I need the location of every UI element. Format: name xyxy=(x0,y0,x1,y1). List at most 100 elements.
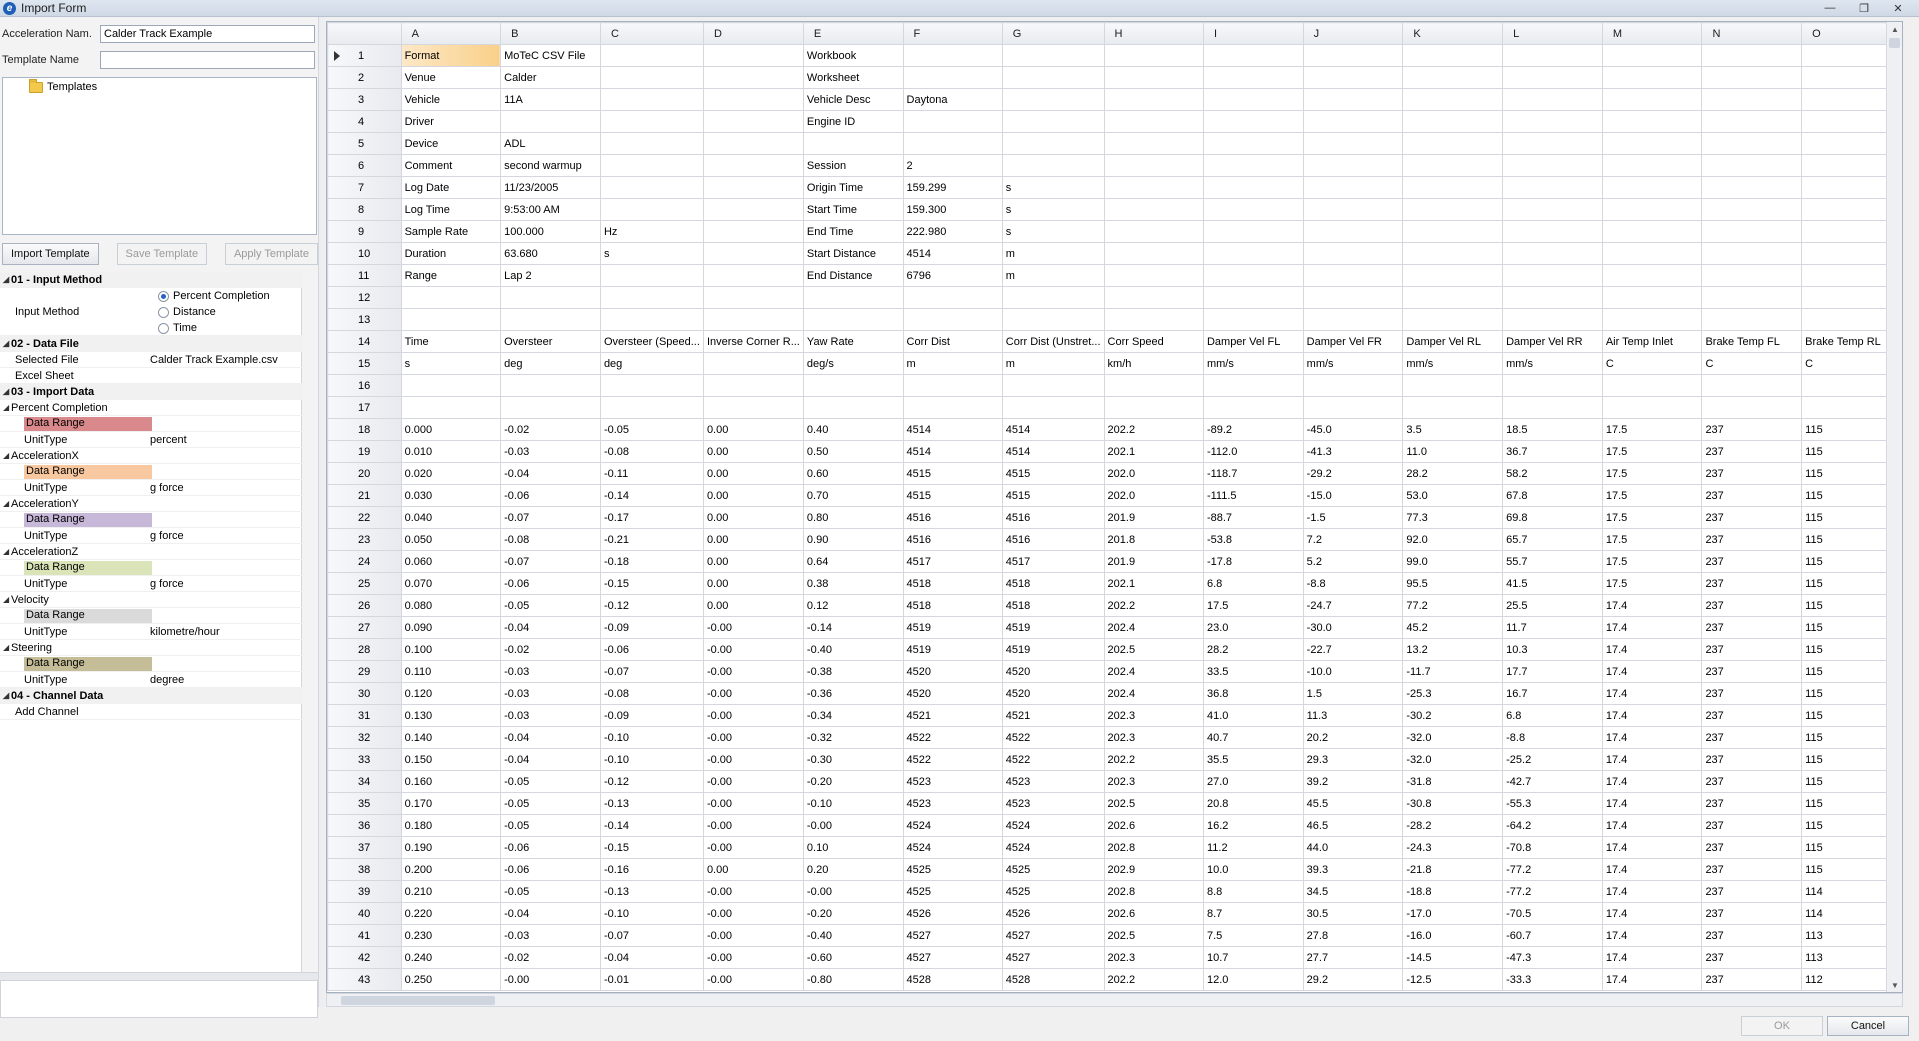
grid-cell[interactable]: 237 xyxy=(1701,462,1803,485)
row-header[interactable]: 1 xyxy=(327,44,402,67)
grid-cell[interactable] xyxy=(1103,242,1204,265)
collapse-triangle-icon[interactable]: ◢ xyxy=(3,499,11,508)
grid-cell[interactable]: 4515 xyxy=(1001,484,1105,507)
grid-cell[interactable]: 100.000 xyxy=(500,220,601,243)
grid-cell[interactable]: -0.00 xyxy=(702,682,804,705)
grid-cell[interactable] xyxy=(902,66,1003,89)
horizontal-splitter[interactable] xyxy=(0,972,318,980)
grid-cell[interactable] xyxy=(1601,198,1703,221)
grid-cell[interactable]: 4514 xyxy=(1001,418,1105,441)
row-header[interactable]: 23 xyxy=(327,528,402,551)
grid-cell[interactable] xyxy=(1502,198,1603,221)
grid-cell[interactable]: 4527 xyxy=(902,924,1003,947)
grid-cell[interactable]: 237 xyxy=(1701,550,1803,573)
data-range-row[interactable]: Data Range xyxy=(0,560,302,576)
grid-cell[interactable]: Lap 2 xyxy=(500,264,601,287)
grid-cell[interactable]: -0.12 xyxy=(599,770,704,793)
scroll-up-icon[interactable]: ▲ xyxy=(1887,22,1902,36)
collapse-triangle-icon[interactable]: ◢ xyxy=(3,275,11,284)
grid-cell[interactable] xyxy=(1001,308,1105,331)
grid-cell[interactable]: Vehicle Desc xyxy=(802,88,904,111)
unit-type-value[interactable]: g force xyxy=(150,578,302,590)
grid-cell[interactable] xyxy=(702,242,804,265)
grid-cell[interactable]: -0.11 xyxy=(599,462,704,485)
grid-cell[interactable] xyxy=(1103,132,1204,155)
grid-cell[interactable] xyxy=(1302,88,1404,111)
grid-cell[interactable] xyxy=(1103,198,1204,221)
grid-cell[interactable]: -0.05 xyxy=(500,770,601,793)
selected-file-value[interactable]: Calder Track Example.csv xyxy=(150,354,302,366)
grid-cell[interactable]: Start Time xyxy=(802,198,904,221)
grid-cell[interactable] xyxy=(1601,264,1703,287)
grid-cell[interactable]: 202.3 xyxy=(1103,704,1204,727)
grid-cell[interactable] xyxy=(702,220,804,243)
grid-cell[interactable]: Comment xyxy=(400,154,502,177)
grid-cell[interactable]: C xyxy=(1701,352,1803,375)
grid-cell[interactable] xyxy=(1402,44,1504,67)
grid-cell[interactable]: Air Temp Inlet xyxy=(1601,330,1703,353)
grid-cell[interactable] xyxy=(1601,308,1703,331)
grid-cell[interactable] xyxy=(1601,176,1703,199)
grid-cell[interactable]: 237 xyxy=(1701,418,1803,441)
column-header[interactable]: L xyxy=(1502,22,1603,45)
grid-cell[interactable]: -0.01 xyxy=(599,968,704,991)
grid-cell[interactable] xyxy=(902,374,1003,397)
grid-cell[interactable]: Start Distance xyxy=(802,242,904,265)
grid-cell[interactable]: 0.00 xyxy=(702,418,804,441)
grid-cell[interactable]: 4520 xyxy=(902,682,1003,705)
grid-cell[interactable] xyxy=(1103,374,1204,397)
grid-cell[interactable]: 4518 xyxy=(902,594,1003,617)
grid-cell[interactable]: -0.07 xyxy=(500,506,601,529)
grid-cell[interactable]: 0.00 xyxy=(702,484,804,507)
grid-cell[interactable]: -17.0 xyxy=(1402,902,1504,925)
grid-cell[interactable]: -25.2 xyxy=(1502,748,1603,771)
grid-cell[interactable] xyxy=(599,396,704,419)
grid-cell[interactable]: -0.40 xyxy=(802,638,904,661)
grid-cell[interactable] xyxy=(1601,242,1703,265)
grid-cell[interactable] xyxy=(1001,154,1105,177)
grid-cell[interactable]: 17.4 xyxy=(1601,616,1703,639)
grid-cell[interactable]: 0.38 xyxy=(802,572,904,595)
grid-cell[interactable]: Damper Vel FR xyxy=(1302,330,1404,353)
grid-cell[interactable]: 237 xyxy=(1701,836,1803,859)
grid-cell[interactable]: -0.05 xyxy=(500,880,601,903)
grid-cell[interactable] xyxy=(1601,154,1703,177)
grid-cell[interactable] xyxy=(1302,176,1404,199)
grid-cell[interactable]: 202.5 xyxy=(1103,924,1204,947)
grid-cell[interactable]: 237 xyxy=(1701,528,1803,551)
grid-cell[interactable]: 0.160 xyxy=(400,770,502,793)
grid-cell[interactable]: -0.00 xyxy=(702,814,804,837)
grid-cell[interactable] xyxy=(1701,286,1803,309)
grid-cell[interactable]: -41.3 xyxy=(1302,440,1404,463)
grid-cell[interactable] xyxy=(902,44,1003,67)
grid-cell[interactable] xyxy=(902,286,1003,309)
grid-cell[interactable]: -0.07 xyxy=(500,550,601,573)
save-template-button[interactable]: Save Template xyxy=(116,243,208,265)
grid-cell[interactable]: 202.4 xyxy=(1103,616,1204,639)
grid-cell[interactable]: 4515 xyxy=(902,484,1003,507)
grid-cell[interactable]: -0.10 xyxy=(599,726,704,749)
grid-cell[interactable] xyxy=(1103,110,1204,133)
grid-cell[interactable]: Range xyxy=(400,264,502,287)
grid-cell[interactable] xyxy=(599,44,704,67)
grid-cell[interactable]: Workbook xyxy=(802,44,904,67)
row-header[interactable]: 11 xyxy=(327,264,402,287)
grid-cell[interactable] xyxy=(1103,66,1204,89)
grid-cell[interactable]: 0.00 xyxy=(702,572,804,595)
row-header[interactable]: 10 xyxy=(327,242,402,265)
grid-cell[interactable] xyxy=(702,44,804,67)
grid-cell[interactable] xyxy=(1302,132,1404,155)
grid-cell[interactable]: -0.06 xyxy=(500,572,601,595)
row-header[interactable]: 38 xyxy=(327,858,402,881)
restore-icon[interactable]: ❐ xyxy=(1847,0,1881,16)
grid-cell[interactable]: ADL xyxy=(500,132,601,155)
grid-cell[interactable] xyxy=(1502,66,1603,89)
grid-cell[interactable]: -11.7 xyxy=(1402,660,1504,683)
grid-cell[interactable]: -14.5 xyxy=(1402,946,1504,969)
grid-cell[interactable]: Brake Temp FL xyxy=(1701,330,1803,353)
grid-cell[interactable]: 201.9 xyxy=(1103,550,1204,573)
grid-cell[interactable]: -0.09 xyxy=(599,616,704,639)
grid-cell[interactable]: 0.100 xyxy=(400,638,502,661)
row-header[interactable]: 12 xyxy=(327,286,402,309)
grid-cell[interactable]: -0.06 xyxy=(599,638,704,661)
